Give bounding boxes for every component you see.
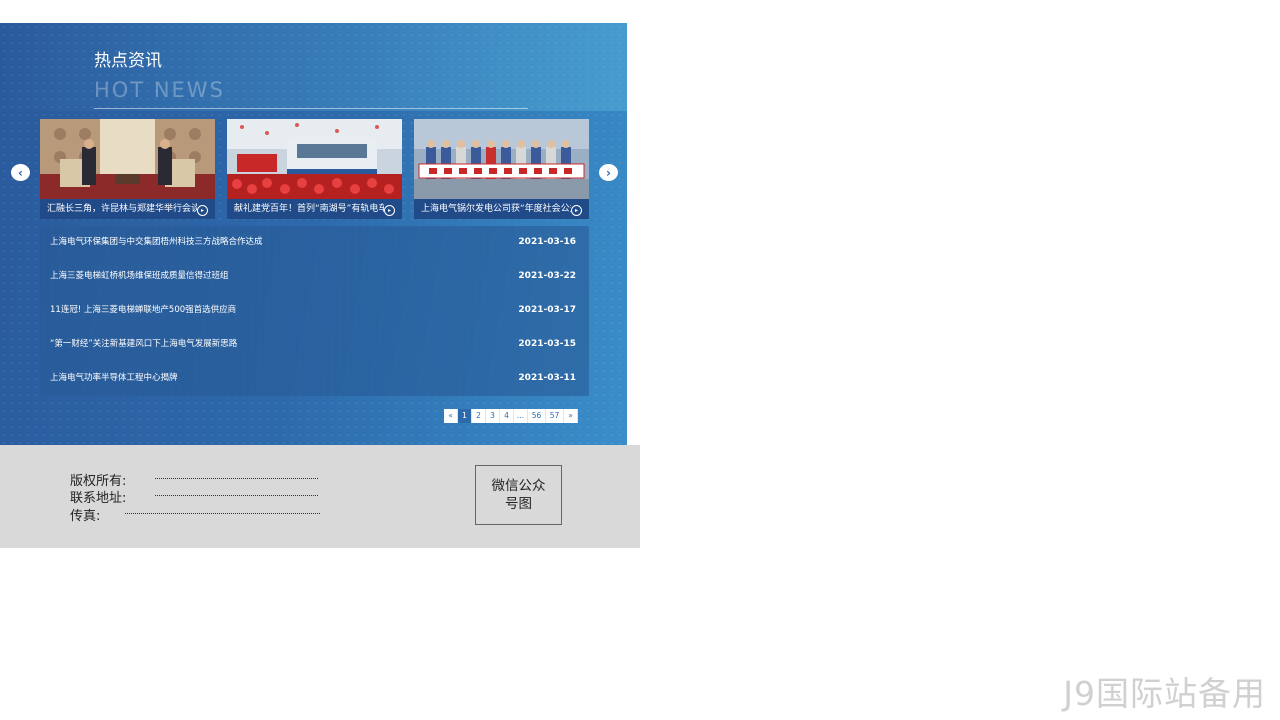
pagination-page-56[interactable]: 56 — [528, 409, 546, 423]
list-item[interactable]: 上海三菱电梯虹桥机场维保班成质量信得过班组 2021-03-22 — [40, 260, 589, 294]
news-list: 上海电气环保集团与中交集团梧州科技三方战略合作达成 2021-03-16 上海三… — [40, 226, 589, 396]
news-title[interactable]: 上海电气环保集团与中交集团梧州科技三方战略合作达成 — [50, 226, 263, 258]
news-date: 2021-03-16 — [518, 237, 576, 247]
news-title[interactable]: 11连冠! 上海三菱电梯蝉联地产500强首选供应商 — [50, 294, 236, 326]
pagination-ellipsis: ... — [514, 409, 528, 423]
section-title-english: HOT NEWS — [94, 78, 225, 102]
news-card[interactable]: 汇融长三角，许昆林与郑建华举行会谈 ▸ — [40, 119, 215, 219]
news-date: 2021-03-22 — [518, 271, 576, 281]
news-title[interactable]: 上海三菱电梯虹桥机场维保班成质量信得过班组 — [50, 260, 229, 292]
news-card[interactable]: 上海电气锅尔发电公司获“年度社会公益 ▸ — [414, 119, 589, 219]
news-card-caption: 献礼建党百年！首列“南湖号”有轨电车 — [227, 199, 402, 219]
news-card-caption: 汇融长三角，许昆林与郑建华举行会谈 — [40, 199, 215, 219]
pagination: « 1 2 3 4 ... 56 57 » — [444, 409, 578, 423]
hot-news-panel: 热点资讯 HOT NEWS ‹ › 汇融长三角，许昆林与郑建华举行会谈 ▸ 献礼… — [0, 23, 627, 445]
list-item[interactable]: 上海电气功率半导体工程中心揭牌 2021-03-11 — [40, 362, 589, 396]
carousel-prev-button[interactable]: ‹ — [11, 164, 30, 181]
news-date: 2021-03-11 — [518, 373, 576, 383]
copyright-value-placeholder — [155, 478, 318, 479]
pagination-page-57[interactable]: 57 — [546, 409, 564, 423]
pagination-page-3[interactable]: 3 — [486, 409, 500, 423]
pagination-page-1[interactable]: 1 — [458, 409, 472, 423]
news-photo-donation — [414, 119, 589, 199]
news-photo-tram — [227, 119, 402, 199]
news-date: 2021-03-17 — [518, 305, 576, 315]
news-photo-meeting — [40, 119, 215, 199]
play-circle-icon[interactable]: ▸ — [384, 205, 395, 216]
pagination-prev[interactable]: « — [444, 409, 458, 423]
pagination-page-2[interactable]: 2 — [472, 409, 486, 423]
title-divider — [94, 108, 528, 109]
wechat-qr-placeholder: 微信公众号图 — [475, 465, 562, 525]
news-card-caption: 上海电气锅尔发电公司获“年度社会公益 — [414, 199, 589, 219]
news-date: 2021-03-15 — [518, 339, 576, 349]
chevron-right-icon: › — [606, 165, 611, 180]
site-footer: 版权所有: 联系地址: 传真: 微信公众号图 — [0, 445, 640, 548]
list-item[interactable]: “第一财经”关注新基建风口下上海电气发展新思路 2021-03-15 — [40, 328, 589, 362]
play-circle-icon[interactable]: ▸ — [197, 205, 208, 216]
pagination-next[interactable]: » — [564, 409, 578, 423]
news-title[interactable]: “第一财经”关注新基建风口下上海电气发展新思路 — [50, 328, 237, 360]
list-item[interactable]: 11连冠! 上海三菱电梯蝉联地产500强首选供应商 2021-03-17 — [40, 294, 589, 328]
carousel-next-button[interactable]: › — [599, 164, 618, 181]
address-value-placeholder — [155, 495, 318, 496]
address-label: 联系地址: — [70, 491, 127, 506]
news-card[interactable]: 献礼建党百年！首列“南湖号”有轨电车 ▸ — [227, 119, 402, 219]
fax-label: 传真: — [70, 509, 101, 524]
list-item[interactable]: 上海电气环保集团与中交集团梧州科技三方战略合作达成 2021-03-16 — [40, 226, 589, 260]
chevron-left-icon: ‹ — [18, 165, 23, 180]
section-title: 热点资讯 — [94, 51, 162, 71]
pagination-page-4[interactable]: 4 — [500, 409, 514, 423]
play-circle-icon[interactable]: ▸ — [571, 205, 582, 216]
fax-value-placeholder — [125, 513, 320, 514]
news-title[interactable]: 上海电气功率半导体工程中心揭牌 — [50, 362, 178, 394]
watermark-text: J9国际站备用 — [1063, 674, 1266, 713]
